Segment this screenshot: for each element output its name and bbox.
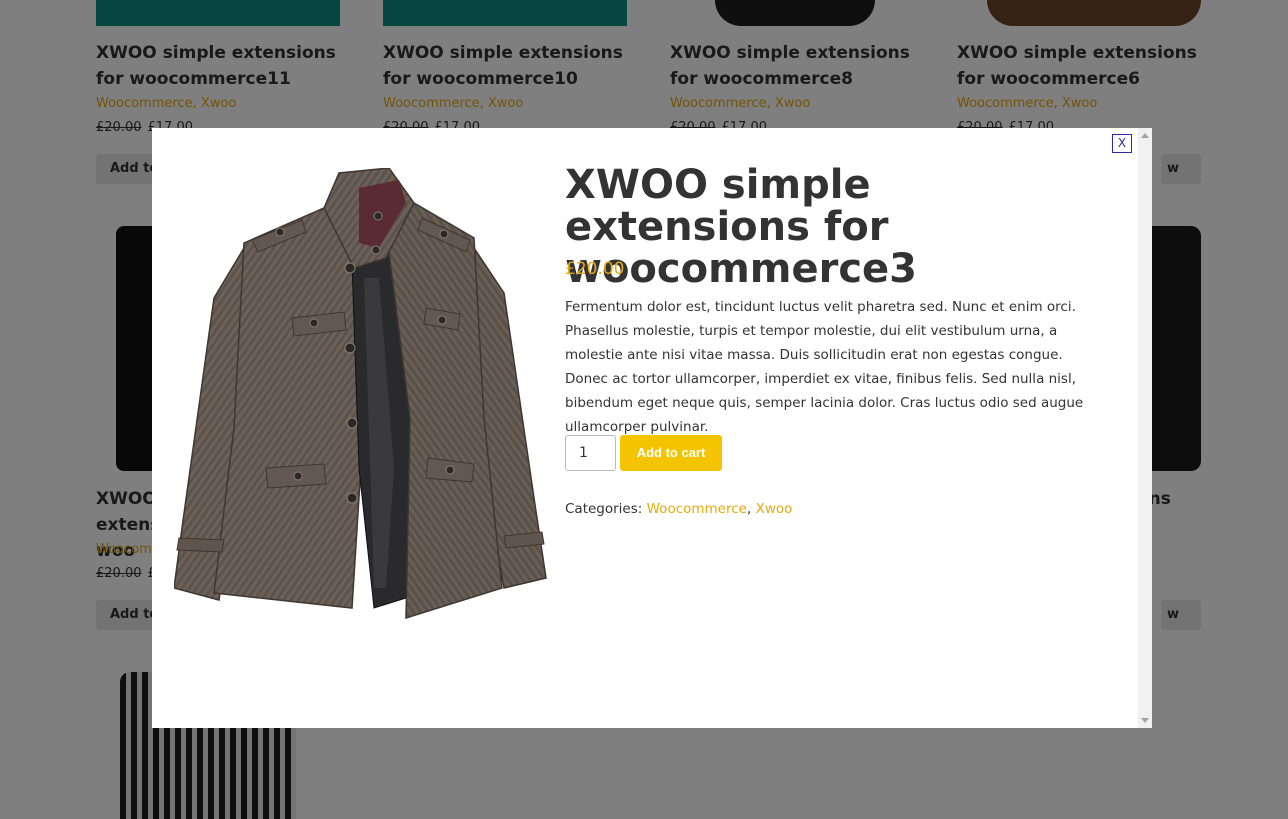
category-separator: , [746,501,752,517]
category-link-xwoo[interactable]: Xwoo [756,501,793,517]
category-link-woocommerce[interactable]: Woocommerce [647,501,747,517]
product-price: £20.00 [565,259,625,279]
quantity-input[interactable] [565,435,616,471]
scroll-down-icon[interactable] [1141,718,1149,723]
scroll-up-icon[interactable] [1141,133,1149,138]
product-categories: Categories: Woocommerce, Xwoo [565,501,792,517]
product-image [174,168,547,620]
product-title: XWOO simple extensions for woocommerce3 [565,162,917,292]
quick-view-modal: X XWOO simple extensions for woocommerce… [152,128,1152,728]
add-to-cart-button[interactable]: Add to cart [620,435,722,471]
modal-scrollbar[interactable] [1138,128,1152,728]
close-button[interactable]: X [1112,134,1132,153]
product-description: Fermentum dolor est, tincidunt luctus ve… [565,299,1084,435]
categories-label: Categories: [565,501,643,517]
